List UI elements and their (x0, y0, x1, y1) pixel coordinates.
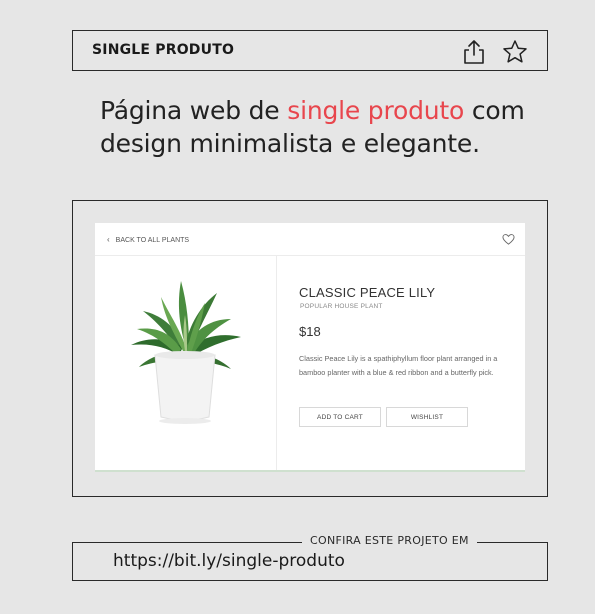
project-link[interactable]: https://bit.ly/single-produto (113, 551, 345, 571)
star-icon[interactable] (501, 38, 529, 66)
header-box: SINGLE PRODUTO (72, 30, 548, 71)
product-subtitle: POPULAR HOUSE PLANT (300, 303, 383, 310)
header-title: SINGLE PRODUTO (92, 42, 235, 58)
headline: Página web de single produto com design … (100, 94, 570, 160)
share-icon[interactable] (460, 38, 488, 66)
heart-icon[interactable] (502, 233, 515, 246)
column-divider (276, 256, 277, 470)
product-name: CLASSIC PEACE LILY (299, 285, 436, 300)
back-link-label: BACK TO ALL PLANTS (115, 237, 190, 244)
product-page-mockup: ‹ BACK TO ALL PLANTS CLASSIC PEACE LILY P… (95, 223, 525, 472)
back-link[interactable]: ‹ BACK TO ALL PLANTS (107, 235, 189, 244)
mockup-topbar: ‹ BACK TO ALL PLANTS (95, 223, 525, 256)
headline-text: Página web de (100, 96, 288, 125)
add-to-cart-button[interactable]: ADD TO CART (299, 407, 381, 427)
product-price: $18 (299, 324, 321, 339)
wishlist-button[interactable]: WISHLIST (386, 407, 468, 427)
footer-label: CONFIRA ESTE PROJETO EM (302, 534, 477, 547)
product-description: Classic Peace Lily is a spathiphyllum fl… (299, 354, 498, 377)
plant-image (131, 281, 241, 424)
chevron-left-icon: ‹ (107, 235, 110, 244)
headline-accent: single produto (287, 96, 465, 125)
